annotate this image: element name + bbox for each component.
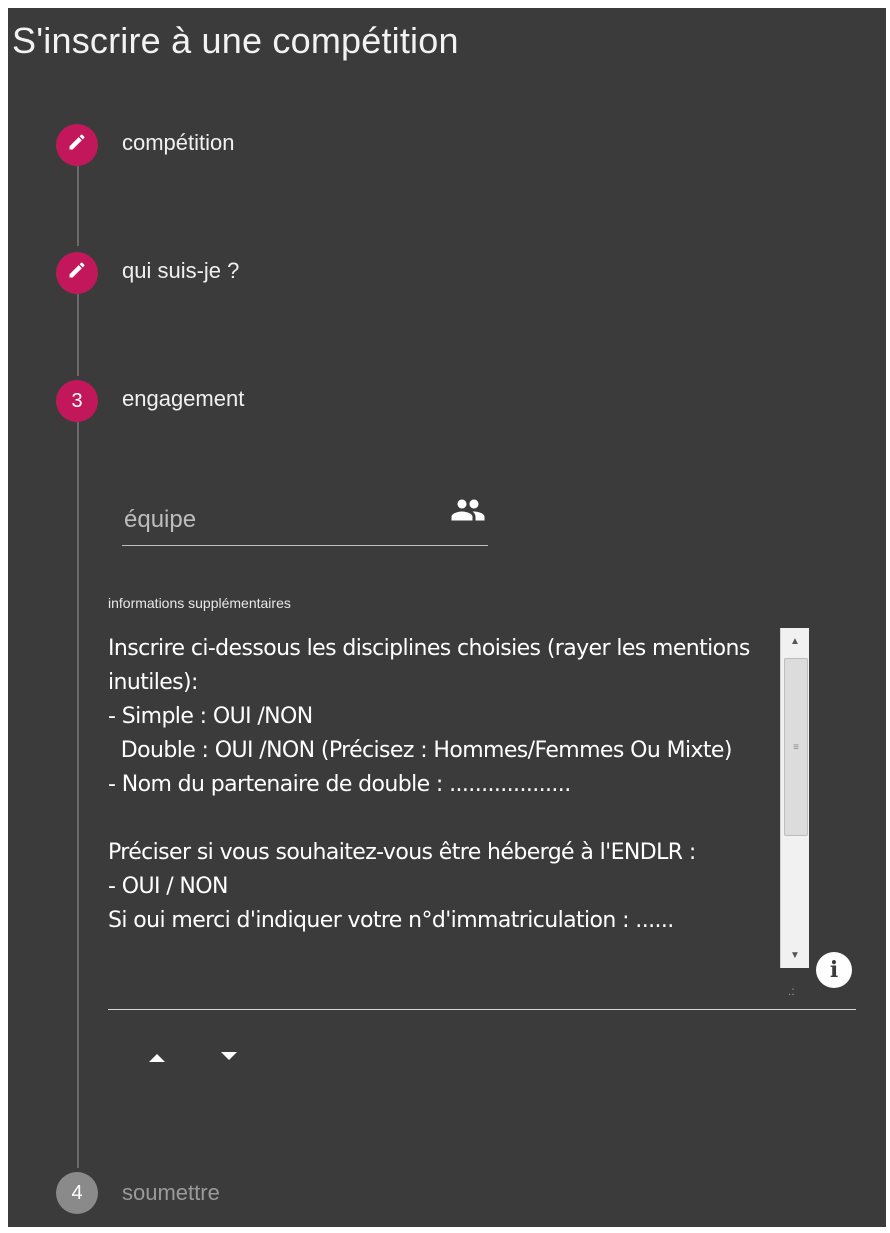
edit-icon [67,260,87,286]
step-4-number: 4 [56,1172,98,1214]
group-icon [446,492,490,528]
textarea-scrollbar[interactable]: ▲ ≡ ▼ [780,628,809,968]
step-1-label[interactable]: compétition [122,130,235,156]
additional-info-value[interactable]: Inscrire ci-dessous les disciplines choi… [108,632,776,938]
edit-icon [67,132,87,158]
step-2-edit-button[interactable] [56,252,98,294]
step-connector [77,294,79,376]
scroll-down-arrow-icon[interactable]: ▼ [781,944,809,966]
move-up-button[interactable] [142,1046,172,1070]
arrow-down-icon [221,1049,237,1067]
step-3-number: 3 [56,380,98,422]
step-3-label: engagement [122,386,245,411]
step-connector [77,422,79,1168]
team-field-underline [122,545,488,546]
step-2-label[interactable]: qui suis-je ? [122,258,239,284]
team-field[interactable]: équipe [122,492,488,548]
additional-info-label: informations supplémentaires [108,595,291,611]
step-1-edit-button[interactable] [56,124,98,166]
registration-panel: S'inscrire à une compétition compétition… [8,8,886,1227]
move-down-button[interactable] [214,1046,244,1070]
step-4-label: soumettre [122,1180,220,1205]
arrow-up-icon [149,1049,165,1067]
scroll-up-arrow-icon[interactable]: ▲ [781,630,809,652]
step-connector [77,166,79,246]
team-input-placeholder[interactable]: équipe [124,506,196,534]
additional-info-textarea[interactable]: Inscrire ci-dessous les disciplines choi… [108,622,808,1010]
page-title: S'inscrire à une compétition [12,20,459,61]
textarea-underline [108,1009,856,1010]
info-icon[interactable]: i [816,952,852,988]
resize-handle-icon[interactable]: .: [788,984,795,998]
scroll-thumb[interactable]: ≡ [784,658,808,836]
